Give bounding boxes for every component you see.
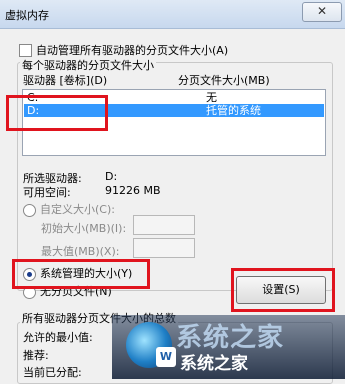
custom-size-option[interactable]: 自定义大小(C): — [23, 201, 115, 217]
recommended-label: 推荐: — [23, 349, 49, 362]
custom-size-radio[interactable] — [23, 203, 36, 217]
auto-manage-label: 自动管理所有驱动器的分页文件大小(A) — [36, 44, 229, 57]
paging-size: 托管的系统 — [206, 104, 261, 117]
currently-allocated-label: 当前已分配: — [23, 366, 82, 379]
selected-drive-value: D: — [105, 170, 118, 183]
drive-highlight-box — [6, 95, 108, 131]
window-title: 虚拟内存 — [5, 9, 49, 22]
free-space-value: 91226 MB — [105, 184, 161, 197]
set-button-highlight-box — [231, 268, 335, 312]
custom-size-label: 自定义大小(C): — [40, 203, 115, 216]
drive-column-header: 驱动器 [卷标](D) — [23, 74, 108, 87]
close-button[interactable]: ✕ — [302, 2, 342, 22]
auto-manage-row[interactable]: 自动管理所有驱动器的分页文件大小(A) — [19, 42, 229, 57]
free-space-label: 可用空间: — [23, 186, 71, 199]
max-size-label: 最大值(MB)(X): — [41, 245, 120, 258]
auto-manage-checkbox[interactable] — [19, 43, 32, 57]
paging-size: 无 — [206, 91, 217, 104]
size-column-header: 分页文件大小(MB) — [178, 74, 270, 87]
initial-size-label: 初始大小(MB)(I): — [41, 222, 127, 235]
system-managed-highlight-box — [12, 259, 150, 289]
watermark-small-text: 系统之家 — [180, 354, 248, 374]
per-drive-group-title: 每个驱动器的分页文件大小 — [20, 57, 156, 73]
max-size-input[interactable] — [133, 238, 195, 258]
initial-size-input[interactable] — [133, 215, 195, 235]
min-allowed-label: 允许的最小值: — [23, 331, 93, 344]
watermark-windows-icon: W — [156, 347, 176, 367]
title-bar: 虚拟内存 ✕ — [0, 0, 345, 29]
watermark: 系统之家 W 系统之家 — [112, 315, 345, 379]
